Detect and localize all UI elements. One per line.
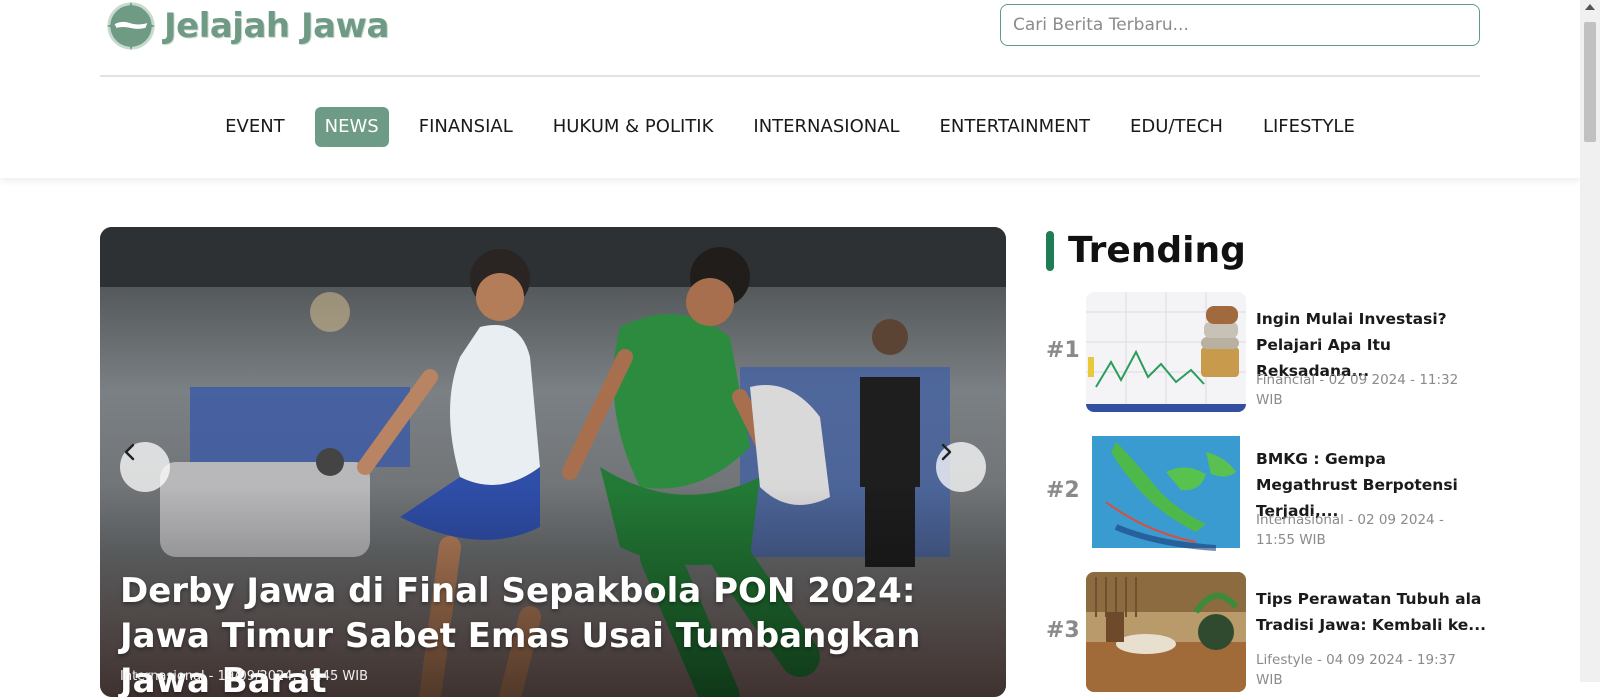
nav-item-internasional[interactable]: INTERNASIONAL	[743, 107, 909, 147]
trending-rank: #3	[1046, 618, 1080, 643]
scroll-up-arrow-icon[interactable]	[1585, 4, 1595, 10]
scroll-thumb[interactable]	[1584, 22, 1596, 142]
trending-headline[interactable]: Tips Perawatan Tubuh ala Tradisi Jawa: K…	[1256, 586, 1486, 638]
trending-item[interactable]: #2 BMKG : Gempa Megathrust Berpotensi Te…	[1046, 432, 1486, 552]
header-divider	[100, 75, 1480, 77]
hero-carousel[interactable]: Derby Jawa di Final Sepakbola PON 2024: …	[100, 227, 1006, 697]
trending-item[interactable]: #3 Tips Perawatan Tubuh ala Tradisi Jawa…	[1046, 572, 1486, 692]
nav-item-lifestyle[interactable]: LIFESTYLE	[1253, 107, 1365, 147]
chevron-right-icon	[941, 443, 952, 461]
trending-meta: Lifestyle - 04 09 2024 - 19:37 WIB	[1256, 652, 1456, 688]
nav-item-event[interactable]: EVENT	[215, 107, 295, 147]
chevron-left-icon	[124, 443, 135, 461]
trending-rank: #1	[1046, 338, 1080, 363]
trending-rank: #2	[1046, 478, 1080, 503]
site-logo[interactable]: Jelajah Jawa	[104, 0, 389, 52]
hero-next-button[interactable]	[936, 442, 986, 492]
logo-text: Jelajah Jawa	[164, 6, 389, 46]
trending-thumbnail[interactable]	[1086, 292, 1246, 412]
coins-chart-image	[1086, 292, 1246, 412]
main-nav: EVENT NEWS FINANSIAL HUKUM & POLITIK INT…	[0, 107, 1580, 147]
nav-item-finansial[interactable]: FINANSIAL	[409, 107, 523, 147]
trending-header: Trending	[1046, 230, 1246, 271]
nav-item-entertainment[interactable]: ENTERTAINMENT	[930, 107, 1100, 147]
hero-prev-button[interactable]	[120, 442, 170, 492]
site-header: Jelajah Jawa EVENT NEWS FINANSIAL HUKUM …	[0, 0, 1580, 178]
nav-item-hukum-politik[interactable]: HUKUM & POLITIK	[543, 107, 724, 147]
search-input[interactable]	[1000, 4, 1480, 46]
trending-meta: Financial - 02 09 2024 - 11:32 WIB	[1256, 372, 1459, 408]
trending-meta: Internasional - 02 09 2024 - 11:55 WIB	[1256, 512, 1444, 548]
trending-accent-bar	[1046, 230, 1054, 271]
nav-item-edu-tech[interactable]: EDU/TECH	[1120, 107, 1233, 147]
spa-products-image	[1086, 572, 1246, 692]
earthquake-map-image	[1086, 432, 1246, 552]
trending-title: Trending	[1068, 230, 1246, 271]
nav-item-news[interactable]: NEWS	[314, 107, 389, 147]
page-scrollbar[interactable]	[1580, 0, 1600, 682]
trending-thumbnail[interactable]	[1086, 572, 1246, 692]
trending-thumbnail[interactable]	[1086, 432, 1246, 552]
compass-logo-icon	[106, 1, 156, 51]
trending-item[interactable]: #1 Ingin Mulai Investasi? Pelajari Apa I…	[1046, 292, 1486, 412]
